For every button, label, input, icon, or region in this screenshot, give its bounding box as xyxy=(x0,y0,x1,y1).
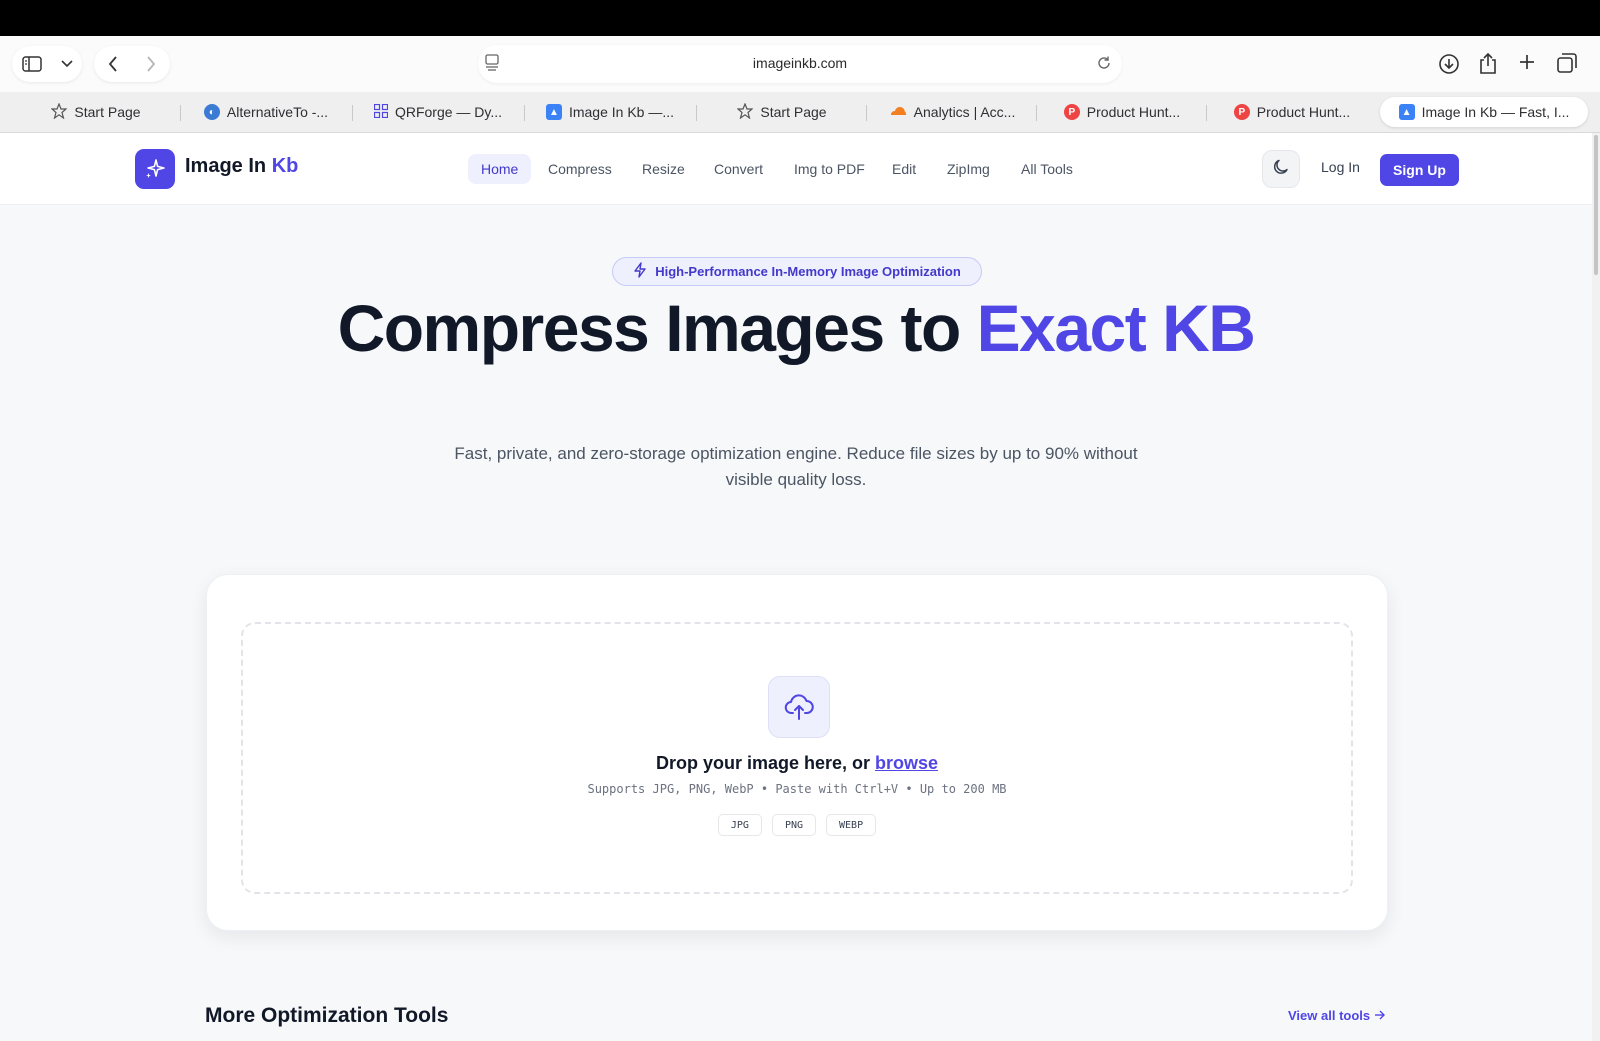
logo-sparkle-icon[interactable] xyxy=(135,149,175,189)
new-tab-plus-icon[interactable] xyxy=(1518,53,1536,76)
forward-arrow-icon[interactable] xyxy=(146,56,156,72)
nav-compress[interactable]: Compress xyxy=(535,154,625,184)
star-icon xyxy=(736,101,755,122)
format-chip-png: PNG xyxy=(771,814,817,836)
tab-image-in-kb-active[interactable]: ▲ Image In Kb — Fast, I... xyxy=(1380,97,1588,127)
address-bar[interactable]: imageinkb.com xyxy=(478,45,1122,83)
dropzone-title-text: Drop your image here, or xyxy=(655,753,876,773)
product-hunt-icon: P xyxy=(1063,104,1080,120)
star-icon xyxy=(50,101,69,122)
reload-icon[interactable] xyxy=(1096,55,1112,76)
tab-overview-icon[interactable] xyxy=(1557,53,1577,78)
site-brand[interactable]: Image In Kb xyxy=(185,155,298,178)
more-tools-heading: More Optimization Tools xyxy=(205,1004,449,1027)
tab-start-page[interactable]: Start Page xyxy=(12,97,180,127)
browser-chrome: imageinkb.com Start Page ◐ AlternativeTo… xyxy=(0,36,1600,133)
tab-separator xyxy=(180,105,181,121)
nav-all-tools[interactable]: All Tools xyxy=(1008,154,1086,184)
tab-label: Start Page xyxy=(760,104,827,120)
tab-separator xyxy=(1206,105,1207,121)
brand-accent: Kb xyxy=(271,155,299,177)
screen-top-bar xyxy=(0,0,1600,36)
view-all-tools-link[interactable]: View all tools xyxy=(1288,1008,1386,1023)
history-nav-group xyxy=(94,46,170,82)
nav-zipimg[interactable]: ZipImg xyxy=(934,154,1003,184)
product-hunt-icon: P xyxy=(1233,104,1250,120)
site-navbar: Image In Kb Home Compress Resize Convert… xyxy=(0,133,1592,205)
format-chip-jpg: JPG xyxy=(717,814,762,836)
nav-resize[interactable]: Resize xyxy=(629,154,698,184)
login-link[interactable]: Log In xyxy=(1321,159,1360,175)
tab-label: Analytics | Acc... xyxy=(913,104,1016,120)
qr-grid-icon xyxy=(373,103,389,121)
view-all-label: View all tools xyxy=(1288,1008,1371,1023)
tab-bar: Start Page ◐ AlternativeTo -... QRForge … xyxy=(0,92,1600,133)
tab-label: Image In Kb — Fast, I... xyxy=(1421,104,1570,120)
feature-badge: High-Performance In-Memory Image Optimiz… xyxy=(612,257,982,286)
tab-separator xyxy=(866,105,867,121)
page-scrollbar[interactable] xyxy=(1592,133,1600,1041)
nav-edit[interactable]: Edit xyxy=(879,154,929,184)
scrollbar-thumb[interactable] xyxy=(1594,135,1598,275)
nav-img-to-pdf[interactable]: Img to PDF xyxy=(781,154,878,184)
chevron-down-icon[interactable] xyxy=(60,60,73,68)
tab-separator xyxy=(352,105,353,121)
cloudflare-icon xyxy=(889,104,907,120)
upload-cloud-icon[interactable] xyxy=(768,676,830,738)
tab-start-page-2[interactable]: Start Page xyxy=(698,97,866,127)
nav-convert[interactable]: Convert xyxy=(701,154,776,184)
browse-link[interactable]: browse xyxy=(875,753,938,773)
image-in-kb-icon: ▲ xyxy=(1398,104,1415,120)
web-page: Image In Kb Home Compress Resize Convert… xyxy=(0,133,1600,1041)
tab-qrforge[interactable]: QRForge — Dy... xyxy=(354,97,522,127)
tab-separator xyxy=(1036,105,1037,121)
sidebar-toggle-group[interactable] xyxy=(12,46,82,82)
alternativeto-icon: ◐ xyxy=(203,104,220,120)
share-icon[interactable] xyxy=(1478,52,1498,80)
tab-separator xyxy=(696,105,697,121)
signup-button[interactable]: Sign Up xyxy=(1380,154,1459,186)
tab-label: Start Page xyxy=(74,104,141,120)
hero-subtitle: Fast, private, and zero-storage optimiza… xyxy=(454,444,1138,489)
badge-text: High-Performance In-Memory Image Optimiz… xyxy=(655,264,961,279)
upload-card: Drop your image here, or browse Supports… xyxy=(206,574,1388,931)
dropzone-title: Drop your image here, or browse xyxy=(243,753,1351,774)
dropzone-hint: Supports JPG, PNG, WebP • Paste with Ctr… xyxy=(587,782,1007,796)
theme-toggle-button[interactable] xyxy=(1262,150,1300,188)
tab-label: AlternativeTo -... xyxy=(226,104,329,120)
browser-toolbar: imageinkb.com xyxy=(0,36,1600,92)
tab-product-hunt[interactable]: P Product Hunt... xyxy=(1038,97,1206,127)
hero-title: Compress Images to Exact KB xyxy=(300,295,1292,361)
hero-title-accent: Exact KB xyxy=(976,291,1256,365)
tab-image-in-kb[interactable]: ▲ Image In Kb —... xyxy=(526,97,694,127)
moon-icon xyxy=(1272,158,1290,181)
sidebar-icon[interactable] xyxy=(21,56,42,72)
arrow-right-icon xyxy=(1374,1008,1386,1023)
tab-analytics[interactable]: Analytics | Acc... xyxy=(868,97,1036,127)
brand-main: Image In xyxy=(185,155,272,177)
tab-alternativeto[interactable]: ◐ AlternativeTo -... xyxy=(182,97,350,127)
tab-label: Product Hunt... xyxy=(1086,104,1181,120)
back-arrow-icon[interactable] xyxy=(108,56,118,72)
address-url[interactable]: imageinkb.com xyxy=(478,55,1122,71)
tab-product-hunt-2[interactable]: P Product Hunt... xyxy=(1208,97,1376,127)
dropzone[interactable]: Drop your image here, or browse Supports… xyxy=(241,622,1353,894)
tab-label: Product Hunt... xyxy=(1256,104,1351,120)
lightning-icon xyxy=(633,262,647,281)
image-in-kb-icon: ▲ xyxy=(545,104,562,120)
nav-home[interactable]: Home xyxy=(468,154,532,184)
format-chip-webp: WEBP xyxy=(826,814,877,836)
tab-separator xyxy=(524,105,525,121)
tab-label: Image In Kb —... xyxy=(568,104,675,120)
downloads-icon[interactable] xyxy=(1438,53,1460,80)
hero-title-main: Compress Images to xyxy=(337,291,977,365)
format-chips: JPG PNG WEBP xyxy=(243,814,1351,836)
tab-label: QRForge — Dy... xyxy=(394,104,503,120)
